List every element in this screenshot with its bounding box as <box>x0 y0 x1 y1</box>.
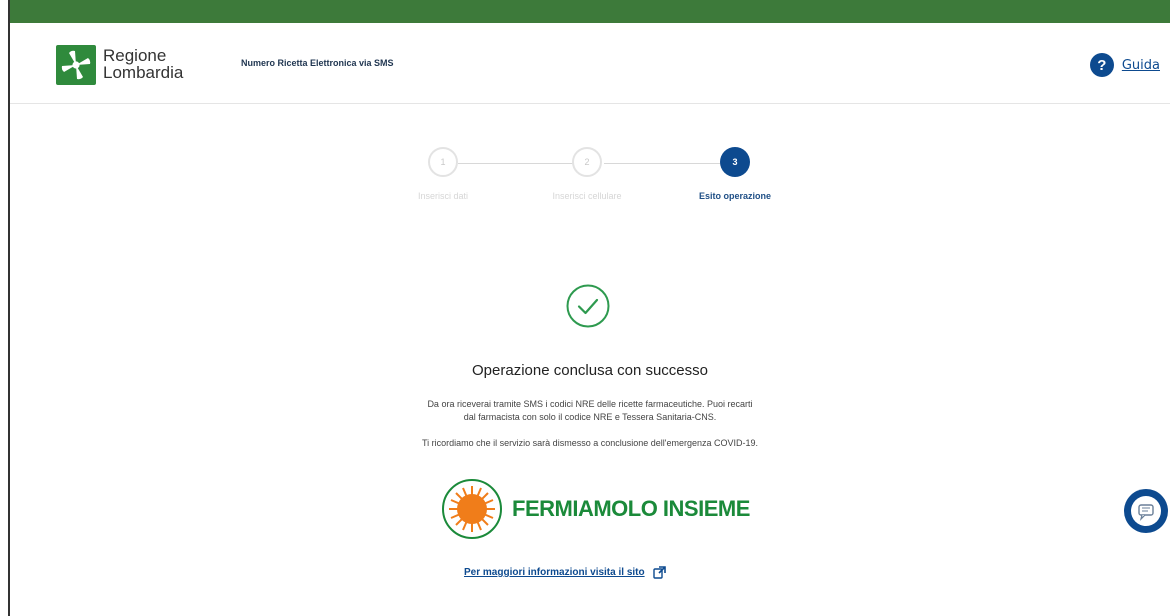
step-1: 1 Inserisci dati <box>378 147 508 201</box>
logo-text: Regione Lombardia <box>103 47 183 81</box>
chat-button[interactable] <box>1120 487 1170 535</box>
step-3-label: Esito operazione <box>698 191 771 201</box>
app-title: Numero Ricetta Elettronica via SMS <box>241 58 394 68</box>
regione-lombardia-logo[interactable]: Regione Lombardia <box>56 45 196 87</box>
virus-icon <box>442 479 502 539</box>
top-accent-bar <box>10 0 1170 23</box>
step-1-circle: 1 <box>428 147 458 177</box>
window-frame <box>0 0 10 616</box>
more-info-link[interactable]: Per maggiori informazioni visita il sito <box>464 567 645 578</box>
external-link-icon[interactable] <box>652 566 666 579</box>
step-3: 3 Esito operazione <box>670 147 800 201</box>
fermiamolo-insieme-banner: FERMIAMOLO INSIEME <box>441 478 751 540</box>
step-2-circle: 2 <box>572 147 602 177</box>
check-circle-icon <box>565 283 611 329</box>
step-2-label: Inserisci cellulare <box>552 191 622 201</box>
result-description-line-1: Da ora riceverai tramite SMS i codici NR… <box>427 399 753 409</box>
question-icon[interactable]: ? <box>1089 53 1114 77</box>
progress-stepper: 1 Inserisci dati 2 Inserisci cellulare 3… <box>386 147 806 217</box>
step-2: 2 Inserisci cellulare <box>522 147 652 201</box>
logo-mark-icon <box>56 45 96 85</box>
chat-icon[interactable] <box>1120 487 1170 535</box>
help-button[interactable]: ? Guida <box>1089 53 1160 77</box>
result-note: Ti ricordiamo che il servizio sarà disme… <box>421 438 759 448</box>
campaign-banner-text: FERMIAMOLO INSIEME <box>512 496 750 521</box>
site-header: Regione Lombardia Numero Ricetta Elettro… <box>10 23 1170 104</box>
help-link[interactable]: Guida <box>1122 58 1160 73</box>
logo-line-2: Lombardia <box>103 63 184 82</box>
result-title: Operazione conclusa con successo <box>472 362 708 379</box>
result-description-line-2: dal farmacista con solo il codice NRE e … <box>463 412 717 422</box>
more-info[interactable]: Per maggiori informazioni visita il sito <box>464 566 666 579</box>
result-description: Da ora riceverai tramite SMS i codici NR… <box>340 398 840 424</box>
step-1-label: Inserisci dati <box>417 191 469 201</box>
step-3-circle: 3 <box>720 147 750 177</box>
logo-line-1: Regione <box>103 46 167 65</box>
